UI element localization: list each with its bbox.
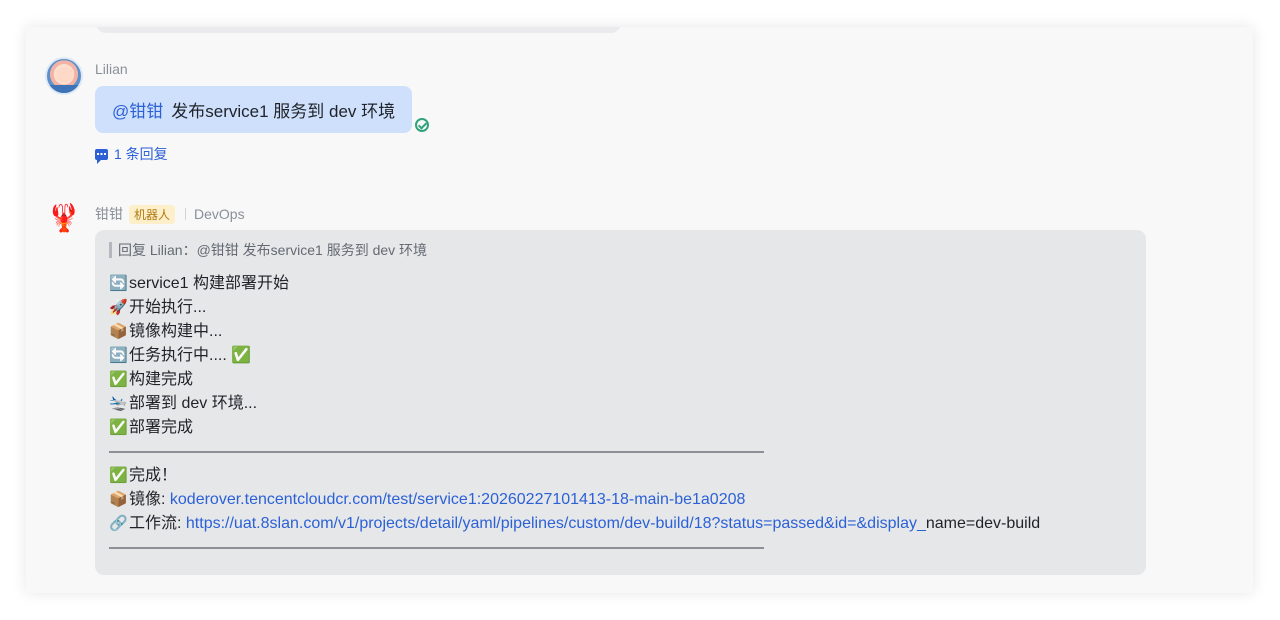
log-text: 任务执行中.... bbox=[129, 347, 227, 364]
package-icon: 📦 bbox=[109, 491, 128, 508]
sender-name[interactable]: 钳钳 bbox=[95, 204, 123, 224]
divider-rule bbox=[109, 547, 764, 549]
divider-rule bbox=[109, 451, 764, 453]
avatar-band bbox=[47, 85, 81, 93]
image-link[interactable]: koderover.tencentcloudcr.com/test/servic… bbox=[170, 491, 746, 508]
log-text: 部署完成 bbox=[129, 419, 194, 436]
check-icon: ✅ bbox=[109, 419, 128, 436]
image-line: 📦镜像: koderover.tencentcloudcr.com/test/s… bbox=[109, 488, 1132, 512]
log-text: 镜像构建中... bbox=[129, 323, 223, 340]
bot-badge: 机器人 bbox=[129, 204, 176, 224]
link-icon: 🔗 bbox=[109, 515, 128, 532]
comment-icon bbox=[95, 148, 108, 164]
check-icon: ✅ bbox=[109, 371, 128, 388]
mention-link[interactable]: @钳钳 bbox=[112, 97, 163, 122]
log-text: 完成！ bbox=[129, 467, 178, 484]
bot-org: DevOps bbox=[194, 206, 245, 222]
avatar[interactable] bbox=[45, 57, 83, 95]
sync-icon: 🔄 bbox=[109, 275, 128, 292]
message-text: 发布service1 服务到 dev 环境 bbox=[171, 102, 396, 121]
log-line: 🔄任务执行中.... ✅ bbox=[109, 344, 1132, 368]
bot-sender-row: 钳钳 机器人 DevOps bbox=[95, 204, 245, 224]
airplane-icon: 🛬 bbox=[109, 395, 128, 412]
divider bbox=[185, 208, 187, 220]
reply-count-link[interactable]: 1 条回复 bbox=[95, 144, 168, 164]
message-bubble: @钳钳 发布service1 服务到 dev 环境 bbox=[95, 86, 413, 133]
check-icon: ✅ bbox=[231, 347, 252, 364]
log-line: ✅构建完成 bbox=[109, 368, 1132, 392]
log-line: 🚀开始执行... bbox=[109, 296, 1132, 320]
workflow-line: 🔗工作流: https://uat.8slan.com/v1/projects/… bbox=[109, 512, 1132, 536]
log-text: 开始执行... bbox=[129, 299, 207, 316]
log-text: 部署到 dev 环境... bbox=[129, 395, 258, 412]
sender-name[interactable]: Lilian bbox=[95, 61, 128, 77]
log-line: 🔄service1 构建部署开始 bbox=[109, 272, 1132, 296]
log-line: 🛬部署到 dev 环境... bbox=[109, 392, 1132, 416]
previous-message-bubble bbox=[96, 27, 621, 33]
rocket-icon: 🚀 bbox=[109, 299, 128, 316]
avatar-face bbox=[56, 67, 74, 83]
bot-message-bubble: 回复 Lilian：@钳钳 发布service1 服务到 dev 环境 🔄ser… bbox=[95, 230, 1146, 575]
reply-quote[interactable]: 回复 Lilian：@钳钳 发布service1 服务到 dev 环境 bbox=[109, 242, 1132, 258]
reply-count-label: 1 条回复 bbox=[114, 146, 168, 162]
check-icon: ✅ bbox=[109, 467, 128, 484]
workflow-link[interactable]: https://uat.8slan.com/v1/projects/detail… bbox=[186, 515, 926, 532]
workflow-link-suffix: name=dev-build bbox=[925, 515, 1041, 532]
log-text: service1 构建部署开始 bbox=[129, 275, 290, 292]
log-line: 📦镜像构建中... bbox=[109, 320, 1132, 344]
image-label: 镜像: bbox=[129, 491, 170, 508]
log-line: ✅部署完成 bbox=[109, 416, 1132, 440]
log-line: ✅完成！ bbox=[109, 464, 1132, 488]
log-text: 构建完成 bbox=[129, 371, 194, 388]
lobster-icon[interactable]: 🦞 bbox=[45, 199, 83, 237]
chat-panel: Lilian @钳钳 发布service1 服务到 dev 环境 1 条回复 🦞… bbox=[26, 27, 1253, 593]
package-icon: 📦 bbox=[109, 323, 128, 340]
check-circle-icon bbox=[415, 118, 429, 132]
workflow-label: 工作流: bbox=[129, 515, 186, 532]
sync-icon: 🔄 bbox=[109, 347, 128, 364]
